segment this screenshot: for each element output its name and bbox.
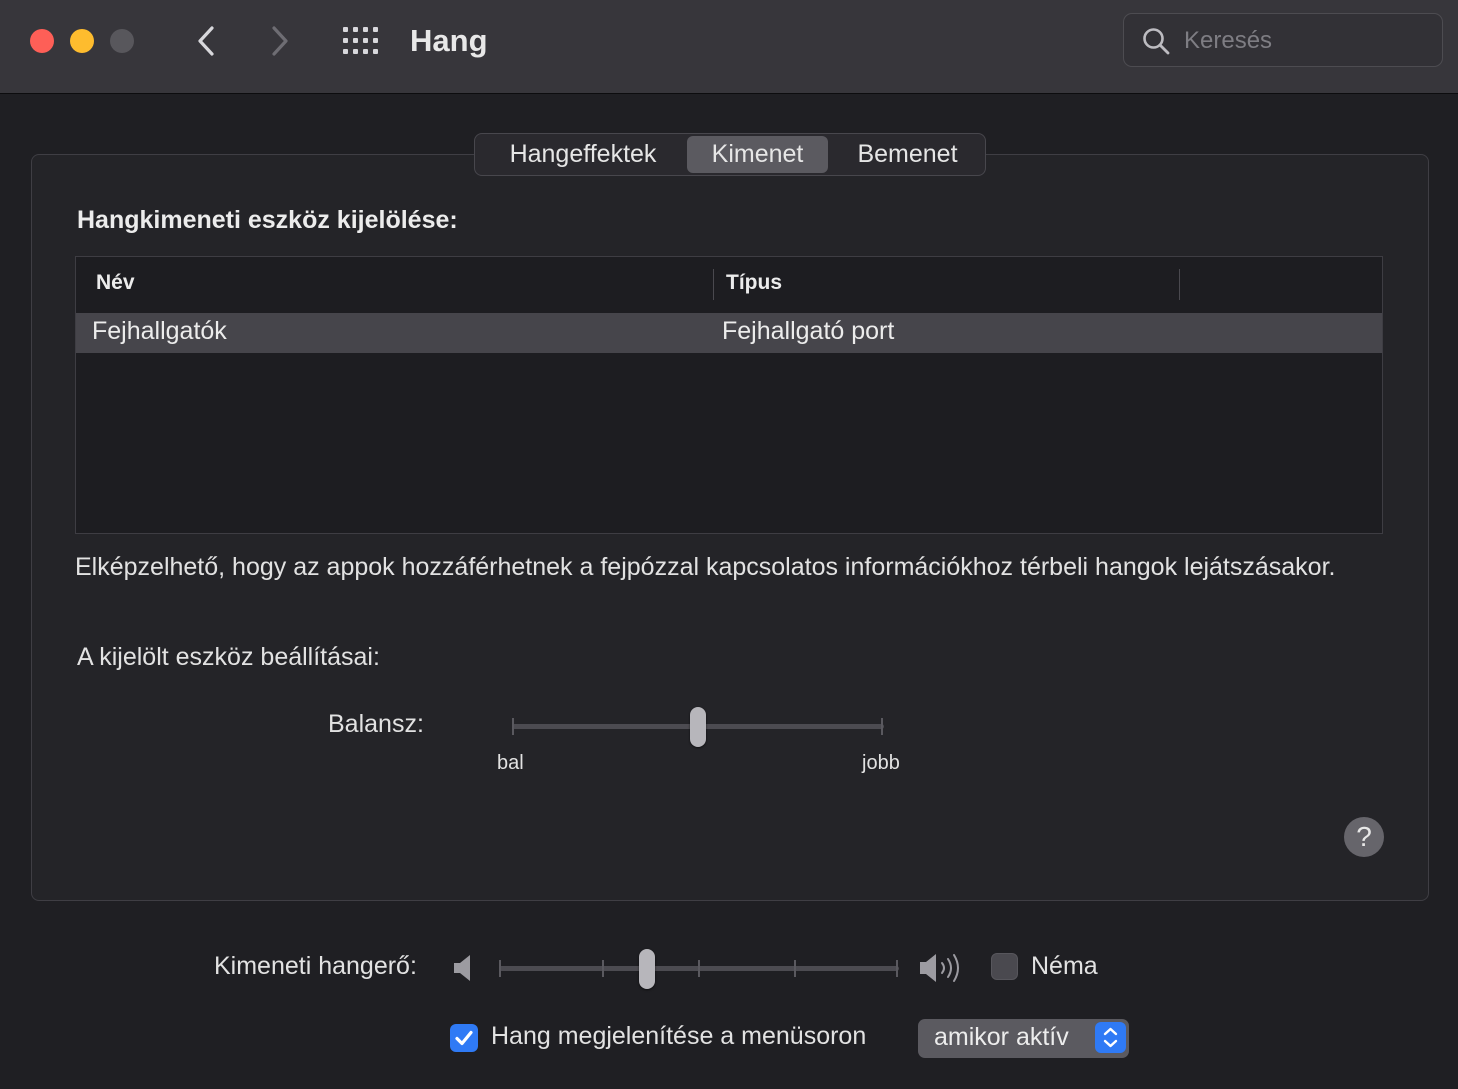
speaker-high-icon xyxy=(920,954,959,982)
balance-tick xyxy=(881,718,883,735)
tab-sound-effects[interactable]: Hangeffektek xyxy=(483,136,683,173)
search-input[interactable] xyxy=(1182,22,1436,60)
speaker-low-icon xyxy=(454,955,470,981)
column-separator[interactable] xyxy=(713,269,714,300)
device-type-cell: Fejhallgató port xyxy=(722,317,895,345)
tab-bar: Hangeffektek Kimenet Bemenet xyxy=(474,133,986,176)
window-title: Hang xyxy=(410,23,488,58)
minimize-window-button[interactable] xyxy=(70,29,94,53)
forward-button[interactable] xyxy=(262,22,298,60)
balance-right-label: jobb xyxy=(862,752,900,774)
device-settings-title: A kijelölt eszköz beállításai: xyxy=(77,643,380,671)
volume-tick xyxy=(499,960,501,977)
volume-tick xyxy=(896,960,898,977)
volume-tick xyxy=(698,960,700,977)
zoom-window-button[interactable] xyxy=(110,29,134,53)
volume-tick xyxy=(794,960,796,977)
select-arrows[interactable] xyxy=(1095,1022,1126,1053)
back-button[interactable] xyxy=(188,22,224,60)
show-in-menubar-label: Hang megjelenítése a menüsoron xyxy=(491,1022,867,1050)
title-bar: Hang xyxy=(0,0,1458,94)
search-icon xyxy=(1143,28,1170,55)
balance-left-label: bal xyxy=(497,752,524,774)
chevron-right-icon xyxy=(272,26,288,56)
balance-label: Balansz: xyxy=(328,710,424,738)
mute-checkbox[interactable] xyxy=(991,953,1018,980)
up-down-chevron-icon xyxy=(1103,1027,1118,1048)
column-header-type[interactable]: Típus xyxy=(726,271,782,295)
show-all-button[interactable] xyxy=(342,26,382,56)
device-table[interactable]: Név Típus Fejhallgatók Fejhallgató port xyxy=(75,256,1383,534)
output-volume-label: Kimeneti hangerő: xyxy=(214,952,417,980)
mute-label: Néma xyxy=(1031,952,1098,980)
chevron-left-icon xyxy=(198,26,214,56)
volume-slider-knob[interactable] xyxy=(639,949,655,989)
device-section-title: Hangkimeneti eszköz kijelölése: xyxy=(77,206,458,234)
grid-icon xyxy=(343,27,378,54)
column-separator[interactable] xyxy=(1179,269,1180,300)
balance-tick xyxy=(512,718,514,735)
spatial-audio-info-text: Elképzelhető, hogy az appok hozzáférhetn… xyxy=(75,553,1336,581)
column-header-name[interactable]: Név xyxy=(96,271,135,295)
table-header: Név Típus xyxy=(76,257,1382,313)
menubar-visibility-select[interactable]: amikor aktív xyxy=(918,1019,1129,1058)
balance-slider-knob[interactable] xyxy=(690,707,706,747)
tab-output[interactable]: Kimenet xyxy=(687,136,828,173)
volume-tick xyxy=(602,960,604,977)
show-in-menubar-checkbox[interactable] xyxy=(450,1024,478,1052)
checkmark-icon xyxy=(455,1030,473,1046)
tab-input[interactable]: Bemenet xyxy=(835,136,980,173)
table-row[interactable]: Fejhallgatók Fejhallgató port xyxy=(76,313,1382,353)
device-name-cell: Fejhallgatók xyxy=(92,317,227,345)
search-field[interactable] xyxy=(1123,13,1443,67)
close-window-button[interactable] xyxy=(30,29,54,53)
menubar-visibility-value: amikor aktív xyxy=(934,1023,1069,1051)
help-button[interactable]: ? xyxy=(1344,817,1384,857)
